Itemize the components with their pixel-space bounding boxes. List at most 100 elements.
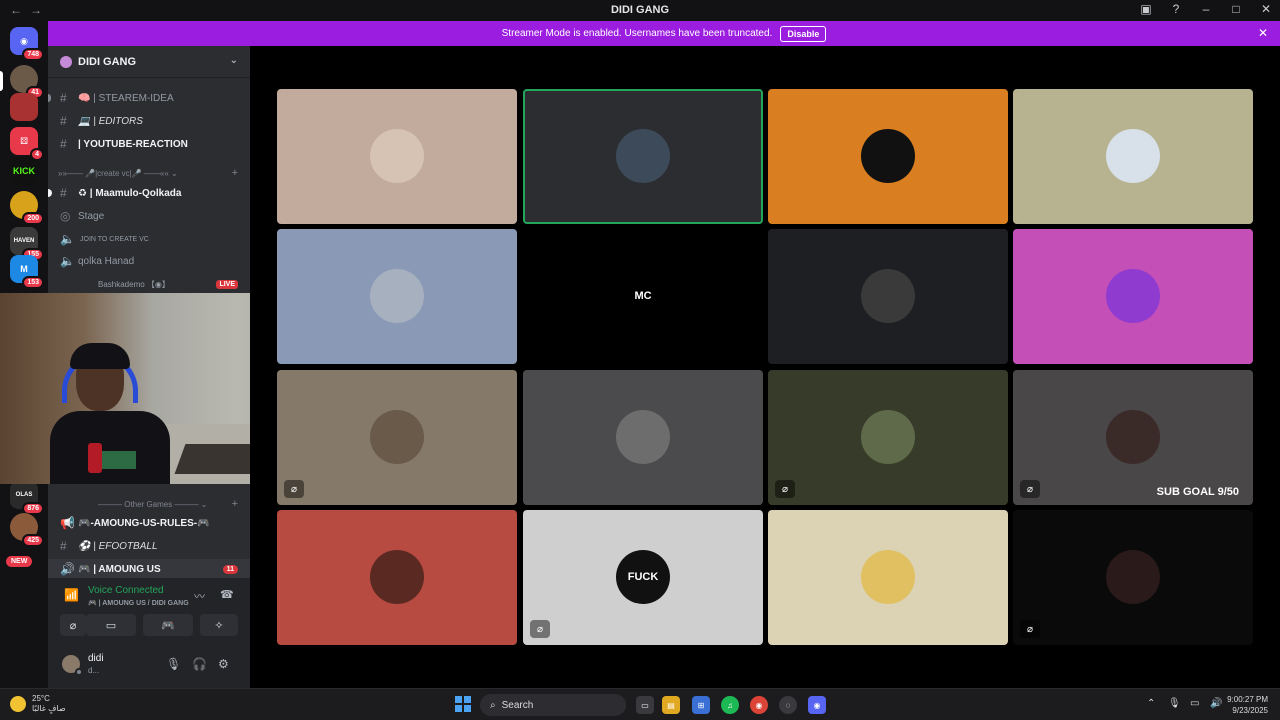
category-create-vc[interactable]: »»—— 🎤|create vc|🎤 ——«« ⌄ — [58, 169, 178, 178]
headphones-icon[interactable]: 🎧 — [192, 657, 207, 671]
microphone-tray-icon[interactable]: 🎙 — [1168, 698, 1181, 709]
minimize-icon[interactable]: – — [1198, 2, 1214, 16]
participant-tile[interactable]: ⌀ — [1013, 510, 1253, 645]
server-icon[interactable]: OLAS 876 — [10, 481, 44, 515]
voice-channel-name[interactable]: 🎮 | AMOUNG US / DIDI GANG — [88, 599, 189, 607]
participant-tile[interactable] — [277, 510, 517, 645]
start-button[interactable] — [455, 696, 471, 712]
channel-editors[interactable]: # 💻 | EDITORS — [48, 111, 250, 131]
soundboard-button[interactable]: ✧ — [200, 614, 238, 636]
channel-youtube-reaction[interactable]: # | YOUTUBE-REACTION — [48, 134, 250, 154]
hash-icon: # — [60, 114, 67, 128]
noise-suppression-icon[interactable]: 〰 — [194, 588, 205, 604]
tray-chevron-icon[interactable]: ⌃ — [1147, 698, 1155, 709]
participant-avatar — [861, 269, 915, 323]
server-icon[interactable] — [10, 93, 38, 121]
new-badge: NEW — [6, 556, 33, 567]
chrome-icon[interactable]: ◉ — [750, 696, 768, 714]
server-icon[interactable]: 200 — [10, 191, 44, 225]
participant-avatar — [370, 410, 424, 464]
search-box[interactable]: ⌕ Search — [480, 694, 626, 716]
participant-tile[interactable] — [1013, 229, 1253, 364]
channel-amoung-us[interactable]: 🔊 🎮 | AMOUNG US 11 — [48, 559, 250, 579]
sun-icon — [10, 696, 26, 712]
participant-avatar — [1106, 550, 1160, 604]
disable-button[interactable]: Disable — [780, 25, 827, 42]
spotify-icon[interactable]: ♫ — [721, 696, 739, 714]
participant-avatar — [861, 550, 915, 604]
guild-name: DIDI GANG — [78, 55, 137, 68]
participant-tile[interactable] — [768, 510, 1008, 645]
camera-off-button[interactable]: ⌀ — [60, 614, 86, 636]
channel-join-to-create[interactable]: 🔈 JOIN TO CREATE VC — [48, 229, 250, 249]
add-channel-icon[interactable]: + — [232, 167, 238, 179]
server-icon[interactable]: M 153 — [10, 255, 44, 289]
username[interactable]: didi — [88, 653, 104, 664]
participant-tile[interactable] — [277, 89, 517, 224]
participant-tile[interactable] — [768, 229, 1008, 364]
server-icon-haven[interactable]: HAVEN 155 — [10, 227, 44, 261]
avatar[interactable] — [60, 653, 83, 676]
network-icon[interactable]: ▭ — [1190, 698, 1199, 709]
participant-tile[interactable]: FUCK ⌀ — [523, 510, 763, 645]
participant-tile[interactable] — [768, 89, 1008, 224]
channel-amoung-us-rules[interactable]: 📢 🎮-AMOUNG-US-RULES-🎮 — [48, 513, 250, 533]
muted-mic-icon: ⌀ — [775, 480, 795, 498]
participant-tile[interactable] — [1013, 89, 1253, 224]
guild-header[interactable]: DIDI GANG ⌄ — [48, 46, 250, 78]
participant-avatar: MC — [616, 269, 670, 323]
voice-member[interactable]: Bashkademo 【◉】 LIVE — [48, 274, 250, 294]
dice-icon: ⚄ — [20, 135, 28, 146]
weather-widget[interactable]: 25°C صافٍ غالبًا — [10, 694, 66, 714]
clock[interactable]: 9:00:27 PM 9/23/2025 — [1227, 694, 1268, 716]
screen-share-button[interactable]: ▭ — [86, 614, 136, 636]
channel-efootball[interactable]: # ⚽ | EFOOTBALL — [48, 536, 250, 556]
category-other-games[interactable]: ——— Other Games ——— ⌄ — [98, 500, 207, 509]
voice-status[interactable]: Voice Connected — [88, 585, 164, 596]
participant-tile[interactable] — [523, 370, 763, 505]
speaker-icon: 🔈 — [60, 254, 75, 268]
close-window-icon[interactable]: ✕ — [1258, 2, 1274, 16]
participant-tile[interactable]: ⌀ SUB GOAL 9/50 — [1013, 370, 1253, 505]
speaker-icon: 🔊 — [60, 562, 75, 576]
signal-icon[interactable]: 📶 — [64, 588, 79, 602]
status-dot — [75, 668, 83, 676]
hash-icon: # — [60, 91, 67, 105]
channel-qolka-hanad[interactable]: 🔈 qolka Hanad — [48, 251, 250, 271]
file-explorer-icon[interactable]: ▤ — [662, 696, 680, 714]
direct-messages-button[interactable]: ◉ 748 — [10, 27, 44, 61]
window-titlebar: ←→ DIDI GANG ▣ ? – □ ✕ — [0, 0, 1280, 21]
close-banner-icon[interactable]: ✕ — [1258, 26, 1268, 40]
volume-icon[interactable]: 🔊 — [1210, 698, 1222, 709]
microphone-icon[interactable]: 🎙 — [166, 657, 181, 671]
task-view-icon[interactable]: ▭ — [636, 696, 654, 714]
app-icon[interactable]: ◌ — [779, 696, 797, 714]
help-icon[interactable]: ? — [1168, 2, 1184, 16]
participant-tile[interactable]: ⌀ — [768, 370, 1008, 505]
participant-tile[interactable]: MC — [523, 229, 763, 364]
store-icon[interactable]: ⊞ — [692, 696, 710, 714]
server-icon[interactable]: 41 — [10, 65, 44, 99]
participant-tile[interactable] — [523, 89, 763, 224]
channel-maamulo-qolkada[interactable]: # ♻ | Maamulo-Qolkada — [48, 183, 250, 203]
disconnect-icon[interactable]: ☎ — [220, 588, 234, 601]
muted-mic-icon: ⌀ — [284, 480, 304, 498]
chevron-down-icon: ⌄ — [229, 55, 238, 66]
activities-button[interactable]: 🎮 — [143, 614, 193, 636]
channel-stage[interactable]: ◎ Stage — [48, 206, 250, 226]
live-badge: LIVE — [216, 279, 238, 289]
server-icon[interactable]: 425 — [10, 513, 44, 547]
participant-tile[interactable] — [277, 229, 517, 364]
participant-tile[interactable]: ⌀ — [277, 370, 517, 505]
channel-stearem-idea[interactable]: # 🧠 | STEAREM-IDEA — [48, 88, 250, 108]
settings-gear-icon[interactable]: ⚙ — [218, 657, 229, 671]
server-icon-kick[interactable]: KICK — [10, 157, 38, 185]
maximize-icon[interactable]: □ — [1228, 2, 1244, 16]
guild-icon — [60, 55, 72, 68]
inbox-icon[interactable]: ▣ — [1138, 2, 1154, 16]
participant-avatar — [616, 410, 670, 464]
discord-taskbar-icon[interactable]: ◉ — [808, 696, 826, 714]
voice-stage-grid: MC ⌀ ⌀ ⌀ SUB GOAL 9/50 FUCK ⌀ ⌀ — [250, 46, 1280, 688]
server-icon[interactable]: ⚄ 4 — [10, 127, 44, 161]
add-channel-icon[interactable]: + — [232, 498, 238, 510]
